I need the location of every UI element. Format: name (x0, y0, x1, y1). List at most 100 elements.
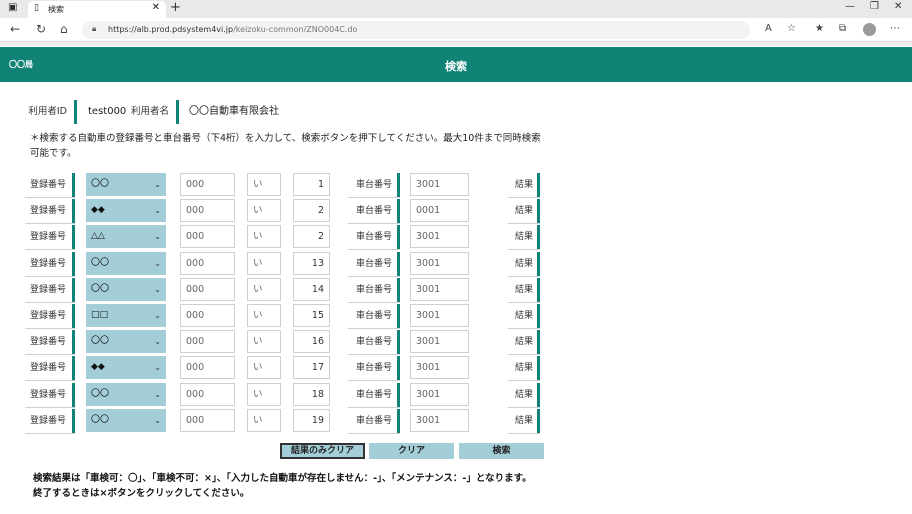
kana-input[interactable]: い (247, 304, 281, 327)
class-number-input[interactable]: 000 (180, 199, 235, 222)
restore-icon[interactable]: ❐ (870, 1, 879, 12)
kana-input[interactable]: い (247, 278, 281, 301)
chassis-number-input[interactable]: 3001 (410, 356, 469, 379)
lock-icon: 🔒︎ (92, 24, 97, 33)
region-value: 〇〇 (91, 415, 110, 425)
reg-number-label: 登録番号 (25, 383, 75, 407)
serial-number-input[interactable]: 17 (293, 356, 330, 379)
serial-number-input[interactable]: 2 (293, 199, 330, 222)
clear-button[interactable]: クリア (369, 443, 454, 459)
page-icon: ▯ (34, 3, 39, 13)
region-select[interactable]: △△ ⌄ (86, 225, 166, 248)
region-select[interactable]: ◆◆ ⌄ (86, 199, 166, 222)
more-menu-icon[interactable]: ⋯ (890, 23, 900, 34)
chassis-number-input[interactable]: 3001 (410, 252, 469, 275)
region-value: 〇〇 (91, 258, 110, 268)
reg-number-label: 登録番号 (25, 356, 75, 380)
chassis-number-input[interactable]: 3001 (410, 225, 469, 248)
user-name-value: 〇〇自動車有限会社 (189, 106, 279, 117)
chassis-number-label: 車台番号 (348, 252, 400, 276)
footer-notes: 検索結果は「車検可：〇」、「車検不可：×」、「入力した自動車が存在しません：-」… (33, 471, 793, 501)
chassis-number-input[interactable]: 3001 (410, 383, 469, 406)
new-tab-button[interactable]: + (170, 0, 181, 15)
kana-input[interactable]: い (247, 173, 281, 196)
result-label: 結果 (508, 304, 540, 328)
class-number-input[interactable]: 000 (180, 252, 235, 275)
serial-number-input[interactable]: 18 (293, 383, 330, 406)
region-select[interactable]: 〇〇 ⌄ (86, 278, 166, 301)
region-select[interactable]: 〇〇 ⌄ (86, 409, 166, 432)
serial-number-input[interactable]: 16 (293, 330, 330, 353)
result-label: 結果 (508, 409, 540, 433)
sidebar-toggle-icon[interactable]: ▣ (8, 2, 17, 13)
region-select[interactable]: □□ ⌄ (86, 304, 166, 327)
footer-line-1: 検索結果は「車検可：〇」、「車検不可：×」、「入力した自動車が存在しません：-」… (33, 473, 532, 484)
back-icon[interactable]: ← (10, 22, 20, 36)
chassis-number-input[interactable]: 3001 (410, 409, 469, 432)
chevron-down-icon: ⌄ (154, 416, 161, 425)
region-select[interactable]: 〇〇 ⌄ (86, 330, 166, 353)
favorite-add-icon[interactable]: ☆ (787, 23, 796, 34)
url-field[interactable]: 🔒︎ https://alb.prod.pdsystem4vi.jp/keizo… (82, 21, 750, 39)
serial-number-input[interactable]: 15 (293, 304, 330, 327)
kana-input[interactable]: い (247, 383, 281, 406)
region-select[interactable]: 〇〇 ⌄ (86, 173, 166, 196)
class-number-input[interactable]: 000 (180, 225, 235, 248)
class-number-input[interactable]: 000 (180, 330, 235, 353)
chevron-down-icon: ⌄ (154, 337, 161, 346)
chassis-number-input[interactable]: 3001 (410, 330, 469, 353)
profile-avatar[interactable] (863, 23, 876, 36)
collections-icon[interactable]: ⧉ (839, 23, 846, 34)
class-number-input[interactable]: 000 (180, 173, 235, 196)
class-number-input[interactable]: 000 (180, 356, 235, 379)
kana-input[interactable]: い (247, 199, 281, 222)
class-number-input[interactable]: 000 (180, 409, 235, 432)
serial-number-input[interactable]: 14 (293, 278, 330, 301)
url-host: https://alb.prod.pdsystem4vi.jp (108, 25, 234, 34)
serial-number-input[interactable]: 2 (293, 225, 330, 248)
chassis-number-label: 車台番号 (348, 356, 400, 380)
result-label: 結果 (508, 173, 540, 197)
chevron-down-icon: ⌄ (154, 311, 161, 320)
chassis-number-label: 車台番号 (348, 304, 400, 328)
chassis-number-input[interactable]: 0001 (410, 199, 469, 222)
chassis-number-input[interactable]: 3001 (410, 278, 469, 301)
read-aloud-icon[interactable]: A (765, 23, 772, 34)
kana-input[interactable]: い (247, 225, 281, 248)
kana-input[interactable]: い (247, 409, 281, 432)
kana-input[interactable]: い (247, 356, 281, 379)
class-number-input[interactable]: 000 (180, 383, 235, 406)
user-id-label: 利用者ID (25, 100, 77, 124)
chevron-down-icon: ⌄ (154, 180, 161, 189)
serial-number-input[interactable]: 19 (293, 409, 330, 432)
search-button[interactable]: 検索 (459, 443, 544, 459)
class-number-input[interactable]: 000 (180, 278, 235, 301)
region-select[interactable]: 〇〇 ⌄ (86, 252, 166, 275)
chevron-down-icon: ⌄ (154, 285, 161, 294)
user-id-value: test000 (88, 106, 127, 117)
minimize-icon[interactable]: — (845, 1, 855, 12)
class-number-input[interactable]: 000 (180, 304, 235, 327)
serial-number-input[interactable]: 13 (293, 252, 330, 275)
chassis-number-label: 車台番号 (348, 225, 400, 249)
reload-icon[interactable]: ↻ (36, 22, 46, 36)
app-header: 〇〇局 検索 (0, 47, 912, 82)
tab-close-icon[interactable]: ✕ (152, 2, 160, 13)
favorites-icon[interactable]: ★ (815, 23, 824, 34)
chassis-number-label: 車台番号 (348, 383, 400, 407)
home-icon[interactable]: ⌂ (60, 22, 68, 36)
result-label: 結果 (508, 278, 540, 302)
chassis-number-input[interactable]: 3001 (410, 173, 469, 196)
window-close-icon[interactable]: ✕ (894, 1, 902, 12)
clear-results-button[interactable]: 結果のみクリア (280, 443, 365, 459)
browser-tab[interactable]: ▯ 検索 ✕ (28, 1, 166, 18)
serial-number-input[interactable]: 1 (293, 173, 330, 196)
chassis-number-input[interactable]: 3001 (410, 304, 469, 327)
chevron-down-icon: ⌄ (154, 363, 161, 372)
reg-number-label: 登録番号 (25, 199, 75, 223)
result-label: 結果 (508, 252, 540, 276)
kana-input[interactable]: い (247, 252, 281, 275)
kana-input[interactable]: い (247, 330, 281, 353)
region-select[interactable]: ◆◆ ⌄ (86, 356, 166, 379)
region-select[interactable]: 〇〇 ⌄ (86, 383, 166, 406)
